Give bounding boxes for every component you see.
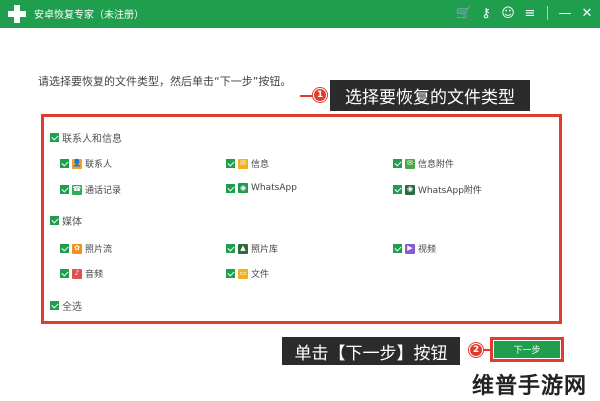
photo-stream-icon: ✿ <box>72 243 82 254</box>
option-photo-library-checkbox[interactable] <box>226 244 235 253</box>
select-all[interactable]: 全选 <box>50 298 82 313</box>
callout1-label: 选择要恢复的文件类型 <box>330 80 530 111</box>
callout1-badge: 1 <box>313 88 327 102</box>
select-all-label: 全选 <box>62 302 82 313</box>
title-bar: 安卓恢复专家（未注册） 🛒 ⚷ ☺ ≡ — ✕ <box>0 0 600 28</box>
option-call-logs[interactable]: ☎ 通话记录 <box>60 183 121 196</box>
next-button-highlight: 下一步 <box>490 337 564 362</box>
option-files[interactable]: ▭ 文件 <box>226 267 269 280</box>
option-photo-stream-label: 照片流 <box>85 245 113 255</box>
option-whatsapp-attachments[interactable]: ◉ WhatsApp附件 <box>393 183 482 196</box>
next-button[interactable]: 下一步 <box>494 341 560 358</box>
option-photo-library[interactable]: ▲ 照片库 <box>226 242 278 255</box>
video-icon: ▶ <box>405 243 415 254</box>
option-call-logs-checkbox[interactable] <box>60 185 69 194</box>
message-icon: ✉ <box>238 158 248 169</box>
option-whatsapp-attachments-label: WhatsApp附件 <box>418 186 482 196</box>
option-audio-label: 音频 <box>85 270 104 280</box>
option-messages[interactable]: ✉ 信息 <box>226 157 269 170</box>
group-contacts-label: 联系人和信息 <box>62 134 122 145</box>
option-audio-checkbox[interactable] <box>60 269 69 278</box>
option-contacts-label: 联系人 <box>85 160 113 170</box>
option-message-attachments-checkbox[interactable] <box>393 159 402 168</box>
callout2-label: 单击【下一步】按钮 <box>282 337 460 365</box>
option-message-attachments[interactable]: ✉ 信息附件 <box>393 157 454 170</box>
cart-icon[interactable]: 🛒 <box>455 4 473 22</box>
option-messages-checkbox[interactable] <box>226 159 235 168</box>
chat-icon[interactable]: ☺ <box>499 4 517 22</box>
option-whatsapp-label: WhatsApp <box>251 183 297 193</box>
file-type-options-panel: 联系人和信息 👤 联系人 ✉ 信息 ✉ 信息附件 ☎ 通话记录 ◉ WhatsA… <box>41 114 562 324</box>
titlebar-separator <box>547 6 548 20</box>
group-media[interactable]: 媒体 <box>50 213 82 228</box>
file-icon: ▭ <box>238 268 248 279</box>
whatsapp-icon: ◉ <box>238 183 248 193</box>
option-photo-stream-checkbox[interactable] <box>60 244 69 253</box>
option-message-attachments-label: 信息附件 <box>418 160 455 170</box>
callout1-line <box>300 95 314 97</box>
app-title: 安卓恢复专家（未注册） <box>34 10 144 21</box>
photo-library-icon: ▲ <box>238 243 248 254</box>
close-icon[interactable]: ✕ <box>578 4 596 22</box>
phone-icon: ☎ <box>72 184 82 195</box>
group-media-checkbox[interactable] <box>50 216 59 225</box>
option-video-checkbox[interactable] <box>393 244 402 253</box>
attachment-icon: ✉ <box>405 158 415 169</box>
select-all-checkbox[interactable] <box>50 301 59 310</box>
group-contacts-checkbox[interactable] <box>50 133 59 142</box>
option-contacts-checkbox[interactable] <box>60 159 69 168</box>
option-video[interactable]: ▶ 视频 <box>393 242 436 255</box>
option-audio[interactable]: ♪ 音频 <box>60 267 103 280</box>
whatsapp-attachment-icon: ◉ <box>405 184 415 195</box>
option-files-checkbox[interactable] <box>226 269 235 278</box>
group-contacts-messages[interactable]: 联系人和信息 <box>50 130 122 145</box>
option-photo-stream[interactable]: ✿ 照片流 <box>60 242 112 255</box>
option-call-logs-label: 通话记录 <box>85 186 122 196</box>
option-photo-library-label: 照片库 <box>251 245 279 255</box>
minimize-icon[interactable]: — <box>556 4 574 22</box>
audio-icon: ♪ <box>72 268 82 279</box>
option-messages-label: 信息 <box>251 160 270 170</box>
instruction-text: 请选择要恢复的文件类型，然后单击“下一步”按钮。 <box>38 75 292 88</box>
group-media-label: 媒体 <box>62 217 82 228</box>
option-whatsapp-attachments-checkbox[interactable] <box>393 185 402 194</box>
key-icon[interactable]: ⚷ <box>477 4 495 22</box>
watermark: 维普手游网 <box>472 374 588 399</box>
contacts-icon: 👤 <box>72 158 82 169</box>
titlebar-controls: 🛒 ⚷ ☺ ≡ — ✕ <box>455 4 596 22</box>
option-whatsapp[interactable]: ◉ WhatsApp <box>226 183 297 193</box>
callout2-badge: 2 <box>469 343 483 357</box>
option-video-label: 视频 <box>418 245 437 255</box>
menu-icon[interactable]: ≡ <box>521 4 539 22</box>
option-files-label: 文件 <box>251 270 270 280</box>
option-contacts[interactable]: 👤 联系人 <box>60 157 112 170</box>
app-logo-icon <box>6 3 28 25</box>
option-whatsapp-checkbox[interactable] <box>226 183 235 193</box>
